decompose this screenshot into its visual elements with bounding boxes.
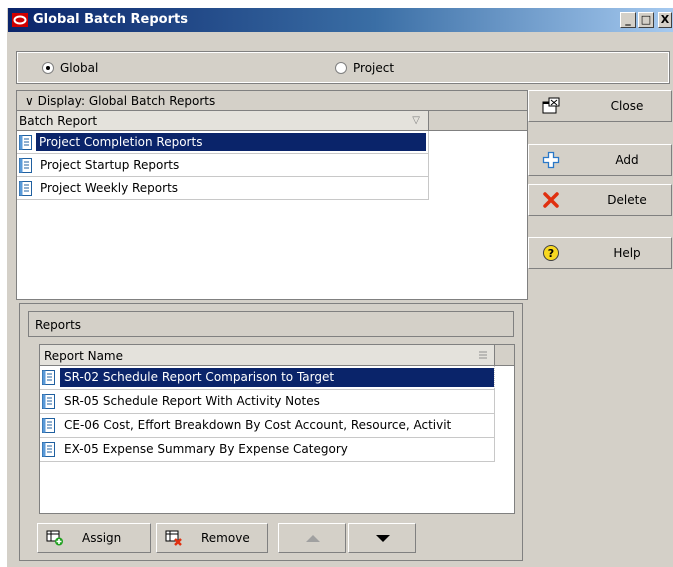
maximize-button[interactable]: □ <box>638 12 654 28</box>
header-filler <box>429 111 527 131</box>
batch-report-column-header[interactable]: Batch Report ▽ <box>17 111 429 131</box>
add-button-label: Add <box>615 153 639 167</box>
global-batch-reports-window: Global Batch Reports _ □ X Global Projec… <box>7 8 673 567</box>
batch-report-row[interactable]: Project Weekly Reports <box>17 177 429 200</box>
reports-group-title: Reports <box>35 318 82 332</box>
header-filler <box>495 345 514 366</box>
report-name-column-header[interactable]: Report Name <box>40 345 495 366</box>
report-document-icon <box>42 370 55 385</box>
svg-text:?: ? <box>548 247 554 260</box>
delete-button[interactable]: Delete <box>528 184 672 216</box>
arrow-down-icon <box>376 535 390 542</box>
remove-button-label: Remove <box>201 531 250 545</box>
report-name-label: SR-05 Schedule Report With Activity Note… <box>64 394 320 408</box>
delete-button-label: Delete <box>607 193 647 207</box>
close-button[interactable]: Close <box>528 90 672 122</box>
help-button[interactable]: ? Help <box>528 237 672 269</box>
close-button-label: Close <box>610 99 644 113</box>
help-button-label: Help <box>613 246 641 260</box>
display-label: ∨ Display: Global Batch Reports <box>25 94 216 108</box>
arrow-up-icon <box>306 535 320 542</box>
report-name-label: EX-05 Expense Summary By Expense Categor… <box>64 442 348 456</box>
report-row[interactable]: SR-02 Schedule Report Comparison to Targ… <box>40 366 495 390</box>
close-window-icon <box>542 97 560 114</box>
filter-triangle-icon[interactable]: ▽ <box>412 115 420 126</box>
scope-radio-group: Global Project <box>16 51 670 84</box>
batch-report-list: ∨ Display: Global Batch Reports Batch Re… <box>16 90 528 300</box>
report-document-icon <box>19 181 32 196</box>
add-button[interactable]: Add <box>528 144 672 176</box>
report-row[interactable]: SR-05 Schedule Report With Activity Note… <box>40 390 495 414</box>
project-radio-label: Project <box>353 61 395 75</box>
radio-unselected-icon <box>335 62 347 74</box>
assign-button-label: Assign <box>82 531 122 545</box>
delete-x-icon <box>543 192 559 208</box>
report-row[interactable]: CE-06 Cost, Effort Breakdown By Cost Acc… <box>40 414 495 438</box>
report-name-label: SR-02 Schedule Report Comparison to Targ… <box>59 367 495 388</box>
report-name-header-label: Report Name <box>44 349 123 363</box>
radio-selected-icon <box>42 62 54 74</box>
report-document-icon <box>42 394 55 409</box>
batch-report-label: Project Startup Reports <box>40 158 180 172</box>
batch-report-header-label: Batch Report <box>19 114 98 128</box>
report-row[interactable]: EX-05 Expense Summary By Expense Categor… <box>40 438 495 462</box>
report-document-icon <box>42 418 55 433</box>
report-document-icon <box>42 442 55 457</box>
move-down-button[interactable] <box>348 523 416 553</box>
assign-icon <box>46 530 63 546</box>
batch-report-row[interactable]: Project Completion Reports <box>17 131 429 154</box>
add-plus-icon <box>542 151 560 169</box>
move-up-button[interactable] <box>278 523 346 553</box>
remove-button[interactable]: Remove <box>156 523 268 553</box>
report-name-label: CE-06 Cost, Effort Breakdown By Cost Acc… <box>64 418 452 432</box>
report-list: Report Name SR-02 Schedule Report Compar… <box>39 344 515 514</box>
report-document-icon <box>19 135 32 150</box>
reports-group-title-bar: Reports <box>28 311 514 337</box>
batch-report-label: Project Weekly Reports <box>40 181 179 195</box>
global-radio-label: Global <box>60 61 99 75</box>
close-window-button[interactable]: X <box>658 12 672 28</box>
batch-report-label: Project Completion Reports <box>35 132 427 152</box>
help-icon: ? <box>543 245 559 261</box>
assign-button[interactable]: Assign <box>37 523 151 553</box>
oracle-logo-icon <box>12 13 28 27</box>
window-title: Global Batch Reports <box>33 12 188 27</box>
display-options-bar[interactable]: ∨ Display: Global Batch Reports <box>17 91 527 111</box>
batch-report-row[interactable]: Project Startup Reports <box>17 154 429 177</box>
remove-icon <box>165 530 182 546</box>
title-bar[interactable]: Global Batch Reports _ □ X <box>8 8 673 32</box>
minimize-button[interactable]: _ <box>620 12 636 28</box>
report-document-icon <box>19 158 32 173</box>
column-menu-icon[interactable] <box>478 350 488 360</box>
